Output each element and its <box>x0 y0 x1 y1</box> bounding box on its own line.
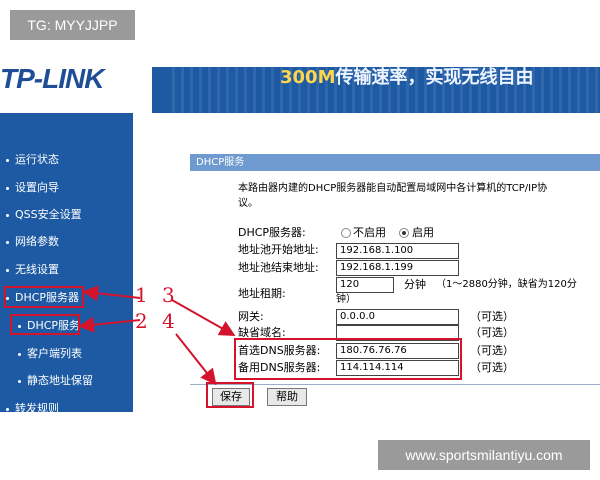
lease-hint-cont: 钟） <box>336 294 356 305</box>
sidebar-item-label: 客户端列表 <box>27 347 82 360</box>
highlight-save-button <box>206 382 254 408</box>
gateway-optional: （可选） <box>470 310 514 323</box>
bullet-icon <box>18 379 21 383</box>
lease-label: 地址租期: <box>238 287 286 300</box>
bullet-icon <box>6 240 9 244</box>
gateway-input[interactable]: 0.0.0.0 <box>336 309 459 325</box>
lease-input[interactable]: 120 <box>336 277 394 293</box>
step-number-4: 4 <box>162 309 175 333</box>
sidebar-item-static-reserve[interactable]: 静态地址保留 <box>18 370 93 392</box>
bullet-icon <box>6 213 9 217</box>
sidebar-item-wireless[interactable]: 无线设置 <box>6 259 59 281</box>
sidebar-item-label: 静态地址保留 <box>27 374 93 387</box>
start-address-label: 地址池开始地址: <box>238 243 319 256</box>
dns2-optional: （可选） <box>470 361 514 374</box>
lease-unit: 分钟 <box>404 278 426 291</box>
bullet-icon <box>6 186 9 190</box>
intro-text: 本路由器内建的DHCP服务器能自动配置局域网中各计算机的TCP/IP协 <box>238 183 548 194</box>
radio-enable-label: 启用 <box>412 226 434 239</box>
sidebar-item-label: 网络参数 <box>15 235 59 248</box>
end-address-input[interactable]: 192.168.1.199 <box>336 260 459 276</box>
sidebar-item-label: 转发规则 <box>15 402 59 412</box>
tp-link-logo: TP-LINK <box>0 67 104 94</box>
sidebar-item-network[interactable]: 网络参数 <box>6 231 59 253</box>
sidebar-item-forwarding[interactable]: 转发规则 <box>6 398 59 412</box>
end-address-label: 地址池结束地址: <box>238 261 319 274</box>
bullet-icon <box>18 352 21 356</box>
sidebar-item-label: 运行状态 <box>15 153 59 166</box>
sidebar-item-wizard[interactable]: 设置向导 <box>6 177 59 199</box>
highlight-dhcp-service <box>10 314 80 335</box>
intro-text-cont: 议。 <box>238 198 258 209</box>
help-button[interactable]: 帮助 <box>267 388 307 406</box>
dns1-optional: （可选） <box>470 344 514 357</box>
step-number-2: 2 <box>135 309 148 333</box>
dhcp-server-label: DHCP服务器: <box>238 226 306 239</box>
lease-hint: （1～2880分钟，缺省为120分 <box>436 279 577 290</box>
bullet-icon <box>6 158 9 162</box>
gateway-label: 网关: <box>238 310 264 323</box>
step-number-1: 1 <box>135 283 148 307</box>
bullet-icon <box>6 268 9 272</box>
sidebar: 运行状态 设置向导 QSS安全设置 网络参数 无线设置 DHCP服务器 DHCP… <box>0 113 133 412</box>
radio-enable[interactable] <box>399 228 409 238</box>
watermark-top: TG: MYYJJPP <box>10 10 135 40</box>
radio-disable[interactable] <box>341 228 351 238</box>
banner: TP-LINK 300M传输速率，实现无线自由 <box>0 67 600 113</box>
start-address-input[interactable]: 192.168.1.100 <box>336 243 459 259</box>
banner-highlight: 300M <box>280 67 336 88</box>
radio-disable-label: 不启用 <box>353 226 386 239</box>
sidebar-item-label: 设置向导 <box>15 181 59 194</box>
step-number-3: 3 <box>162 283 175 307</box>
panel-title: DHCP服务 <box>190 154 600 171</box>
sidebar-item-qss[interactable]: QSS安全设置 <box>6 204 82 226</box>
watermark-bottom: www.sportsmilantiyu.com <box>378 440 590 470</box>
banner-slogan: 300M传输速率，实现无线自由 <box>280 67 534 89</box>
banner-text: 传输速率，实现无线自由 <box>335 67 534 88</box>
sidebar-item-client-list[interactable]: 客户端列表 <box>18 343 82 365</box>
bullet-icon <box>6 407 9 411</box>
logo-area: TP-LINK <box>0 67 152 113</box>
highlight-dns-fields <box>234 338 462 380</box>
sidebar-item-label: QSS安全设置 <box>15 208 82 221</box>
highlight-dhcp-server <box>4 286 84 308</box>
sidebar-item-label: 无线设置 <box>15 263 59 276</box>
domain-optional: （可选） <box>470 326 514 339</box>
sidebar-item-status[interactable]: 运行状态 <box>6 149 59 171</box>
